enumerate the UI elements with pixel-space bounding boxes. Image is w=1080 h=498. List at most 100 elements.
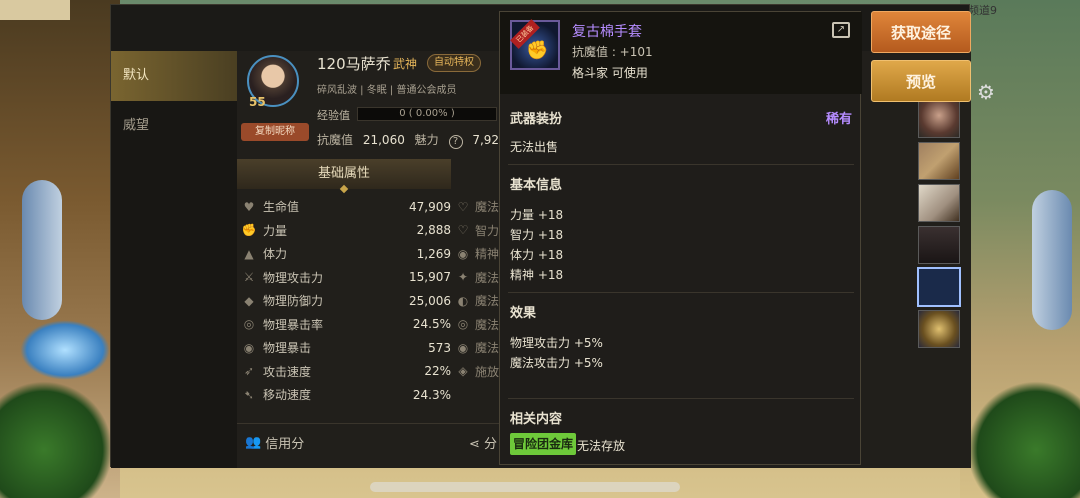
equip-slot[interactable] [918,100,960,138]
stat-row: ◎ 物理暴击率 24.5% [241,313,451,337]
divider [508,292,854,293]
auto-feature-label: 自动特权 [434,57,474,68]
people-icon: 👥 [245,435,262,450]
player-tags: 碎风乱波 | 冬眠 | 普通公会成员 [317,85,457,96]
stat-value: 47,909 [409,199,451,214]
stat-row: ♥ 生命值 47,909 [241,195,451,219]
share-icon[interactable]: ↗ [832,22,850,38]
equip-slot[interactable] [918,226,960,264]
channel-label: 频道9 [968,4,997,17]
stat-value: 25,006 [409,293,451,308]
stat-label: 魔法 [475,270,500,285]
shield-icon: ◆ [244,293,254,308]
crit-icon: ◎ [243,317,255,332]
item-tooltip: 已装备 ✊ 复古棉手套 抗魔值 : +101 格斗家 可使用 ↗ 武器装扮 稀有… [499,11,862,465]
tooltip-header: 已装备 ✊ 复古棉手套 抗魔值 : +101 格斗家 可使用 ↗ [500,12,862,94]
gear-icon[interactable]: ⚙ [974,80,998,104]
share-button[interactable]: ⋖ 分 [469,433,497,452]
cast-speed-icon: ◈ [458,364,468,379]
exp-bar: 0 ( 0.00% ) [357,107,497,121]
tab-basic-attributes[interactable]: 基础属性 [237,159,451,189]
magic-def-icon: ◐ [457,293,469,308]
exp-value: 0 ( 0.00% ) [399,108,455,119]
no-sale-text: 无法出售 [510,140,559,154]
equip-slot-selected[interactable] [917,267,961,307]
basic-stat: 力量 +18 [510,208,564,222]
item-resist: 抗魔值 : +101 [572,45,653,59]
stat-value: 24.3% [412,387,451,402]
equip-slot[interactable] [918,184,960,222]
heart-icon: ♥ [243,199,255,214]
stat-row: ◉ 物理暴击 573 [241,336,451,360]
charm-label: 魅力 [414,133,439,147]
rarity-label: 稀有 [826,112,853,127]
sidebar: 默认 威望 [111,51,237,468]
share-label: 分 [484,437,498,452]
magic-atk-icon: ✦ [457,270,469,285]
item-usable: 格斗家 可使用 [572,66,648,80]
stat-row: ➷ 移动速度 24.3% [241,383,451,407]
stat-label: 生命值 [263,200,300,215]
glove-icon: ✊ [526,40,549,61]
plant-right [970,378,1080,498]
stat-label: 魔法 [475,200,500,215]
section-basic-info: 基本信息 [510,178,563,193]
acquire-button[interactable]: 获取途径 [871,11,971,53]
equip-slot[interactable] [918,142,960,180]
stat-label: 魔法 [475,341,500,356]
heart-outline-icon: ♡ [457,199,469,214]
basic-stat: 精神 +18 [510,268,564,282]
item-name: 复古棉手套 [572,24,642,40]
surfboard-left [22,180,62,320]
effect-line: 魔法攻击力 +5% [510,356,603,370]
plant-left [0,378,110,498]
stat-value: 1,269 [416,246,451,261]
stat-row: ◆ 物理防御力 25,006 [241,289,451,313]
help-icon[interactable]: ? [448,135,463,149]
wisdom-icon: ♡ [457,223,469,238]
stat-label: 精神 [475,247,500,262]
charm-value: 7,92 [472,133,500,147]
fist-icon: ✊ [241,223,257,238]
basic-stat: 智力 +18 [510,228,564,242]
attack-speed-icon: ➶ [243,364,255,379]
sign-board [0,0,70,20]
stat-label: 移动速度 [263,388,312,403]
player-name: 120马萨乔 [317,55,391,73]
spirit-icon: ◉ [457,246,469,261]
stat-label: 攻击速度 [263,364,312,379]
resist-value: 21,060 [362,133,405,147]
no-store-text: 无法存放 [577,439,626,453]
stat-value: 24.5% [412,317,451,332]
credit-score-button[interactable]: 👥 信用分 [245,433,304,452]
item-icon: 已装备 ✊ [510,19,560,70]
sidebar-item-prestige[interactable]: 威望 [111,101,237,151]
copy-nickname-button[interactable]: 复制昵称 [241,123,309,141]
equip-slot[interactable] [918,310,960,348]
adventure-vault-badge[interactable]: 冒险团金库 [510,433,577,455]
body-icon: ▲ [244,246,254,261]
home-indicator[interactable] [370,482,680,492]
stat-label: 魔法 [475,317,500,332]
stat-value: 15,907 [409,270,451,285]
effect-line: 物理攻击力 +5% [510,336,603,350]
basic-stat: 体力 +18 [510,248,564,262]
magic-crit-dmg-icon: ◉ [457,340,469,355]
resist-label: 抗魔值 [317,133,354,147]
stat-label: 物理攻击力 [263,270,324,285]
move-speed-icon: ➷ [243,387,255,402]
sidebar-item-default[interactable]: 默认 [111,51,237,101]
preview-button[interactable]: 预览 [871,60,971,102]
section-weapon-dressup: 武器装扮 [510,112,563,127]
stat-row: ▲ 体力 1,269 [241,242,451,266]
exp-label: 经验值 [317,109,350,122]
credit-label: 信用分 [265,437,305,452]
stat-label: 施放 [475,364,500,379]
section-effect: 效果 [510,306,537,321]
stat-label: 魔法 [475,294,500,309]
stat-row: ⚔ 物理攻击力 15,907 [241,266,451,290]
power-row: 抗魔值 21,060 魅力 ? 7,92 [317,131,505,149]
divider [508,164,854,165]
auto-feature-button[interactable]: 自动特权 [427,54,481,72]
equipment-column [917,100,961,352]
